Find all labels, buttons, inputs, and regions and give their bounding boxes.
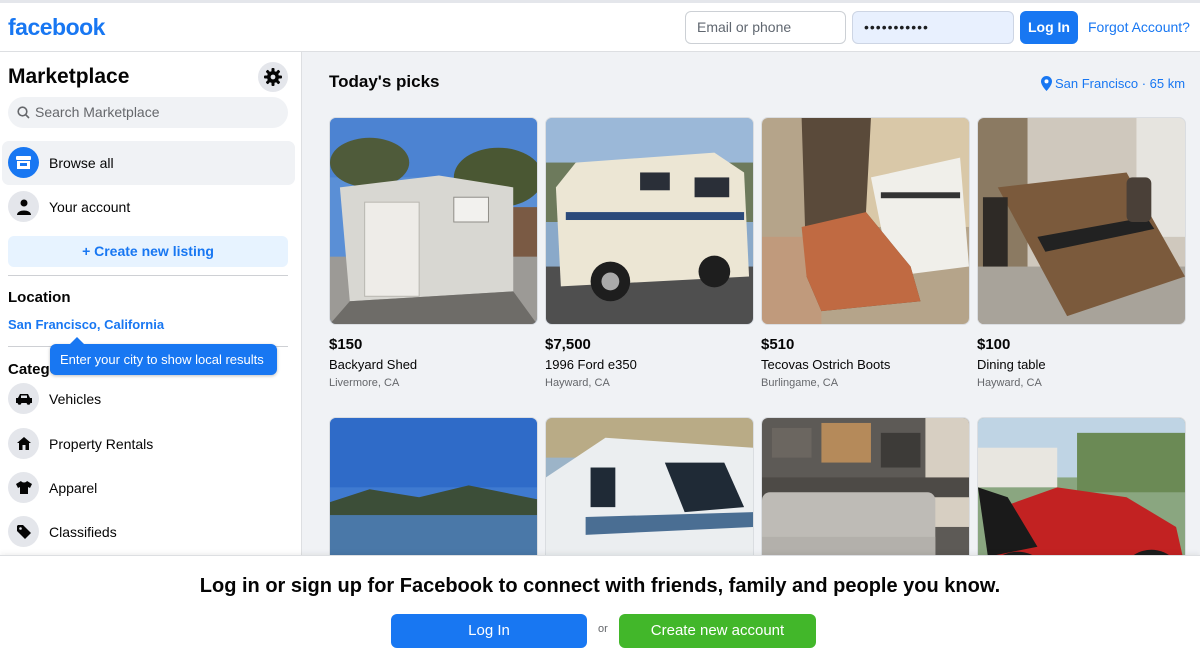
listing-photo[interactable] [977, 117, 1186, 325]
listing-title: Backyard Shed [329, 357, 418, 372]
category-classifieds[interactable]: Classifieds [2, 510, 295, 554]
location-filter-link[interactable]: San Francisco · 65 km [1041, 76, 1185, 91]
category-property-rentals[interactable]: Property Rentals [2, 422, 295, 466]
nav-your-account[interactable]: Your account [2, 185, 295, 229]
car-icon [8, 383, 39, 414]
listing-photo[interactable] [329, 117, 538, 325]
or-separator: or [598, 623, 608, 635]
listing-price: $510 [761, 336, 795, 353]
nav-browse-all[interactable]: Browse all [2, 141, 295, 185]
search-icon [17, 106, 30, 119]
nav-browse-all-label: Browse all [49, 155, 114, 171]
forgot-account-link[interactable]: Forgot Account? [1088, 19, 1190, 35]
create-new-account-button[interactable]: Create new account [619, 614, 816, 648]
listing-photo[interactable] [977, 417, 1186, 555]
location-pin-icon [1041, 76, 1052, 91]
todays-picks-heading: Today's picks [329, 72, 440, 91]
create-new-listing-button[interactable]: + Create new listing [8, 236, 288, 267]
category-vehicles[interactable]: Vehicles [2, 377, 295, 421]
tag-icon [8, 516, 39, 547]
gear-icon [264, 68, 282, 86]
email-input[interactable]: Email or phone [685, 11, 846, 44]
listing-location: Livermore, CA [329, 377, 400, 389]
listing-photo[interactable] [761, 117, 970, 325]
location-heading: Location [8, 289, 71, 306]
header-login-button[interactable]: Log In [1020, 11, 1078, 44]
listing-location: Hayward, CA [977, 377, 1042, 389]
category-label: Apparel [49, 480, 98, 496]
house-icon [8, 428, 39, 459]
sidebar-title: Marketplace [8, 65, 130, 88]
category-apparel[interactable]: Apparel [2, 466, 295, 510]
listing-photo[interactable] [329, 417, 538, 555]
search-placeholder: Search Marketplace [35, 104, 160, 120]
category-label: Property Rentals [49, 436, 154, 452]
location-filter-label: San Francisco · 65 km [1055, 76, 1186, 91]
location-tooltip: Enter your city to show local results [50, 337, 277, 375]
listing-location: Hayward, CA [545, 377, 610, 389]
sidebar-divider [8, 275, 288, 276]
shirt-icon [8, 472, 39, 503]
listing-title: 1996 Ford e350 [545, 357, 637, 372]
marketplace-search-input[interactable]: Search Marketplace [8, 97, 288, 128]
listing-location: Burlingame, CA [761, 377, 839, 389]
main-feed: Today's picks San Francisco · 65 km $150… [303, 52, 1200, 555]
facebook-logo[interactable]: facebook [8, 14, 105, 41]
nav-your-account-label: Your account [49, 199, 131, 215]
banner-text: Log in or sign up for Facebook to connec… [199, 575, 1001, 597]
settings-button[interactable] [258, 62, 288, 92]
listing-photo[interactable] [545, 417, 754, 555]
person-icon [8, 191, 39, 222]
category-label: Vehicles [49, 391, 102, 407]
login-banner: Log in or sign up for Facebook to connec… [0, 555, 1200, 655]
banner-login-button[interactable]: Log In [391, 614, 587, 648]
listing-photo[interactable] [761, 417, 970, 555]
listing-price: $150 [329, 336, 363, 353]
listing-price: $100 [977, 336, 1011, 353]
storefront-icon [8, 147, 39, 178]
password-input[interactable]: ••••••••••• [852, 11, 1014, 44]
sidebar: Marketplace Search Marketplace Browse al… [0, 52, 302, 555]
category-label: Classifieds [49, 524, 117, 540]
listing-price: $7,500 [545, 336, 591, 353]
top-bar: facebook Email or phone ••••••••••• Log … [0, 0, 1200, 52]
listing-title: Tecovas Ostrich Boots [761, 357, 891, 372]
location-value-link[interactable]: San Francisco, California [8, 317, 164, 332]
listing-photo[interactable] [545, 117, 754, 325]
listing-title: Dining table [977, 357, 1046, 372]
